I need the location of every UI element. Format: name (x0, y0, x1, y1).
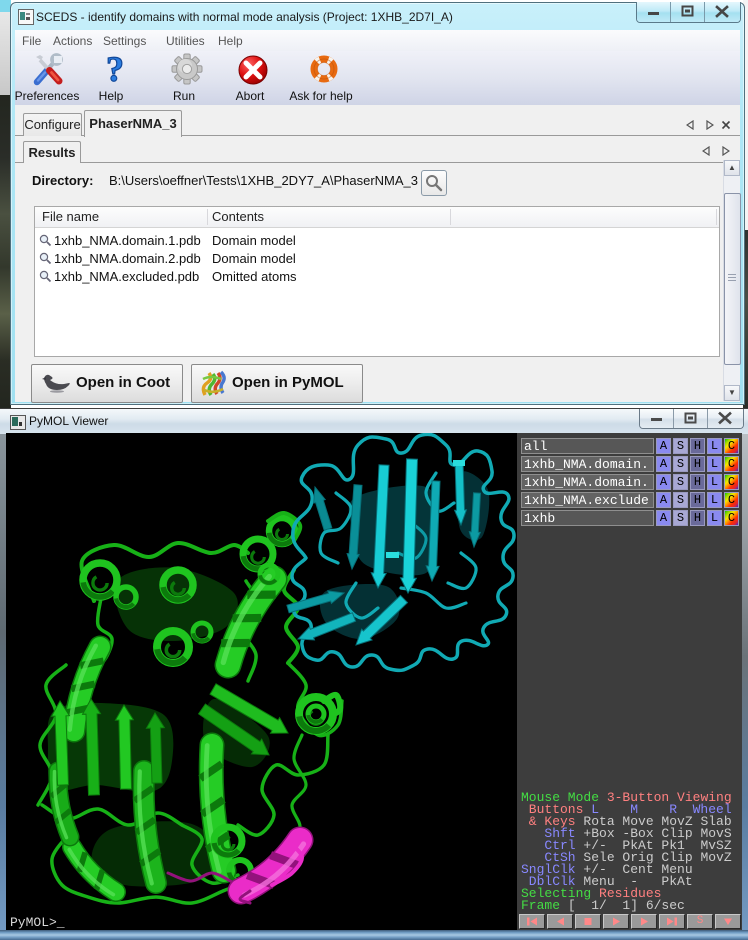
svg-text:?: ? (106, 52, 124, 88)
